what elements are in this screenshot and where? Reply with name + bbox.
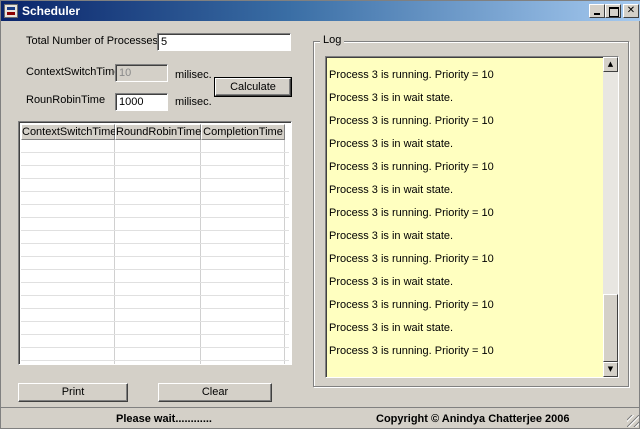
log-line: Process 3 is running. Priority = 10 [329,253,494,265]
resize-grip-icon[interactable] [627,415,639,427]
column-header-round-robin[interactable]: RoundRobinTime [115,124,201,140]
log-textbox[interactable]: Process 3 is running. Priority = 10 Proce… [325,56,619,378]
minimize-button[interactable] [589,4,605,18]
grid-row-line [21,204,289,205]
status-message: Please wait............ [116,413,212,425]
grid-row-line [21,282,289,283]
title-bar[interactable]: Scheduler ✕ [1,1,640,21]
grid-row-line [21,256,289,257]
round-robin-label: RounRobinTime [26,94,106,106]
results-grid[interactable]: ContextSwitchTime RoundRobinTime Complet… [18,121,292,365]
maximize-button[interactable] [605,4,621,18]
grid-row-line [21,230,289,231]
log-line: Process 3 is running. Priority = 10 [329,345,494,357]
calculate-button[interactable]: Calculate [214,77,292,97]
round-robin-unit: milisec. [175,96,212,108]
grid-row-line [21,165,289,166]
total-processes-input[interactable]: 5 [157,33,291,51]
grid-row-line [21,308,289,309]
grid-column-divider [200,140,201,364]
scroll-thumb[interactable] [603,294,618,362]
close-button[interactable]: ✕ [623,4,639,18]
grid-column-divider [284,140,285,364]
log-scrollbar[interactable]: ▲ ▼ [603,57,618,377]
grid-row-line [21,191,289,192]
grid-row-line [21,334,289,335]
log-line: Process 3 is in wait state. [329,138,454,150]
clear-button[interactable]: Clear [158,383,272,402]
grid-row-line [21,347,289,348]
log-legend: Log [320,34,345,46]
grid-column-divider [114,140,115,364]
app-icon[interactable] [4,4,18,18]
log-line: Process 3 is in wait state. [329,322,454,334]
grid-row-line [21,321,289,322]
log-line: Process 3 is in wait state. [329,276,454,288]
total-processes-label: Total Number of Processes [26,35,159,47]
context-switch-input: 10 [115,64,168,82]
column-header-context-switch[interactable]: ContextSwitchTime [21,124,116,140]
log-line: Process 3 is in wait state. [329,230,454,242]
log-line: Process 3 is in wait state. [329,92,454,104]
grid-row-line [21,295,289,296]
print-button[interactable]: Print [18,383,128,402]
grid-row-line [21,243,289,244]
scheduler-window: Scheduler ✕ Total Number of Processes 5 … [0,0,640,429]
log-line: Process 3 is in wait state. [329,184,454,196]
grid-row-line [21,178,289,179]
window-title: Scheduler [22,4,81,18]
log-line: Process 3 is running. Priority = 10 [329,115,494,127]
grid-row-line [21,217,289,218]
column-header-completion[interactable]: CompletionTime [201,124,285,140]
scroll-down-arrow-icon[interactable]: ▼ [603,362,618,377]
grid-row-line [21,360,289,361]
grid-row-line [21,269,289,270]
log-line: Process 3 is running. Priority = 10 [329,207,494,219]
status-copyright: Copyright © Anindya Chatterjee 2006 [376,413,570,425]
context-switch-unit: milisec. [175,69,212,81]
log-line: Process 3 is running. Priority = 10 [329,161,494,173]
round-robin-input[interactable]: 1000 [115,93,168,111]
context-switch-label: ContextSwitchTime [26,66,121,78]
log-line: Process 3 is running. Priority = 10 [329,299,494,311]
grid-row-line [21,152,289,153]
log-line: Process 3 is running. Priority = 10 [329,69,494,81]
status-bar: Please wait............ Copyright © Anin… [1,407,640,429]
scroll-up-arrow-icon[interactable]: ▲ [603,57,618,72]
